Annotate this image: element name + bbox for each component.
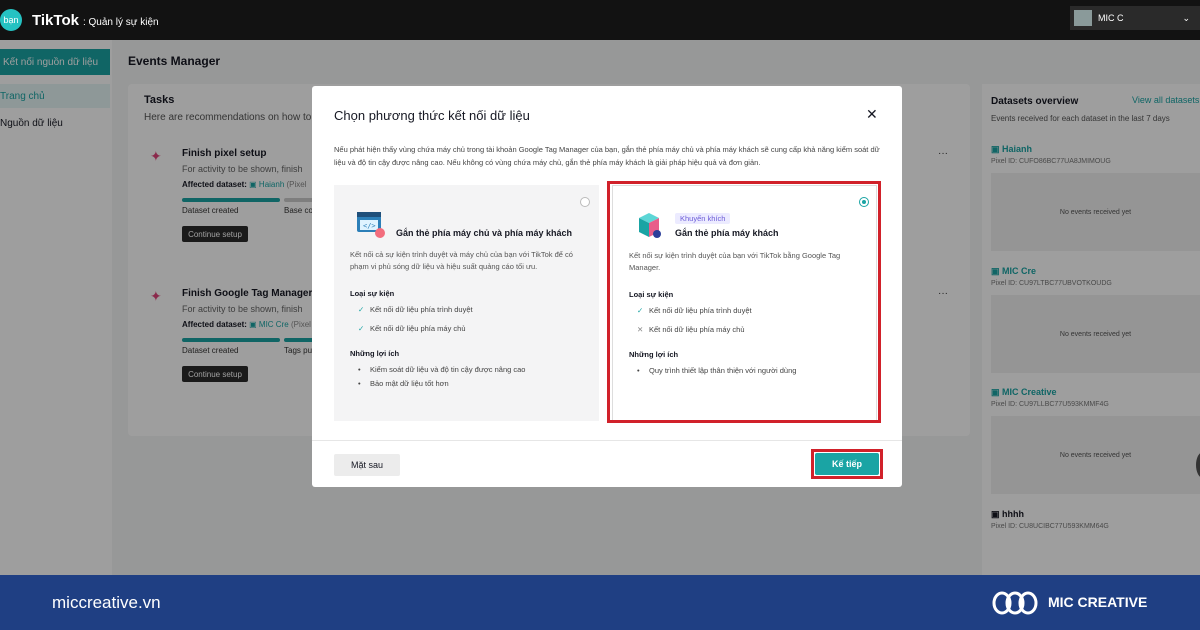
code-window-icon: </> xyxy=(357,212,385,238)
account-name: MIC C xyxy=(1098,13,1124,23)
benefit-item: • Kiểm soát dữ liệu và độ tin cậy được nâ… xyxy=(358,365,525,374)
benefit-item: • Bảo mật dữ liệu tốt hơn xyxy=(358,379,449,388)
footer-site: miccreative.vn xyxy=(52,592,161,612)
divider xyxy=(312,440,902,441)
events-heading: Loại sự kiện xyxy=(350,289,395,298)
later-button[interactable]: Mặt sau xyxy=(334,454,400,476)
mic-creative-logo-icon xyxy=(992,591,1038,615)
avatar xyxy=(1074,10,1092,26)
footer-banner: miccreative.vn MIC CREATIVE xyxy=(0,575,1200,630)
highlight-frame xyxy=(607,181,881,423)
bullet-icon: • xyxy=(358,365,361,374)
next-button[interactable]: Kế tiếp xyxy=(815,453,879,475)
option-server-and-client[interactable]: </> Gắn thẻ phía máy chủ và phía máy khá… xyxy=(334,185,599,421)
modal-title: Chọn phương thức kết nối dữ liệu xyxy=(334,108,530,123)
connection-method-modal: Chọn phương thức kết nối dữ liệu ✕ Nếu p… xyxy=(312,86,902,487)
benefits-heading: Những lợi ích xyxy=(350,349,400,358)
footer-brand: MIC CREATIVE xyxy=(1048,594,1148,610)
close-icon[interactable]: ✕ xyxy=(866,106,878,123)
svg-text:</>: </> xyxy=(363,222,376,230)
event-item: ✓ Kết nối dữ liệu phía máy chủ xyxy=(358,324,466,333)
event-item: ✓ Kết nối dữ liệu phía trình duyệt xyxy=(358,305,473,314)
brand-name: TikTok xyxy=(32,11,79,29)
account-switcher[interactable]: MIC C ⌄ xyxy=(1070,6,1200,30)
event-label: Kết nối dữ liệu phía máy chủ xyxy=(370,324,466,333)
top-bar: bạn TikTok : Quản lý sự kiện MIC C ⌄ xyxy=(0,0,1200,40)
check-icon: ✓ xyxy=(358,324,365,333)
check-icon: ✓ xyxy=(358,305,365,314)
benefit-label: Bảo mật dữ liệu tốt hơn xyxy=(370,379,449,388)
brand-suffix: : Quản lý sự kiện xyxy=(82,16,159,28)
bullet-icon: • xyxy=(358,379,361,388)
benefit-label: Kiểm soát dữ liệu và độ tin cậy được nân… xyxy=(370,365,526,374)
event-label: Kết nối dữ liệu phía trình duyệt xyxy=(370,305,473,314)
radio-option-server-client[interactable] xyxy=(580,197,590,207)
tiktok-logo: bạn xyxy=(0,9,22,31)
logo-text: bạn xyxy=(3,15,19,25)
option-desc: Kết nối cả sự kiện trình duyệt và máy ch… xyxy=(350,250,573,271)
option-title: Gắn thẻ phía máy chủ và phía máy khách xyxy=(396,228,573,238)
modal-description: Nếu phát hiện thấy vùng chứa máy chủ tro… xyxy=(334,145,880,167)
chevron-down-icon: ⌄ xyxy=(1182,12,1190,23)
